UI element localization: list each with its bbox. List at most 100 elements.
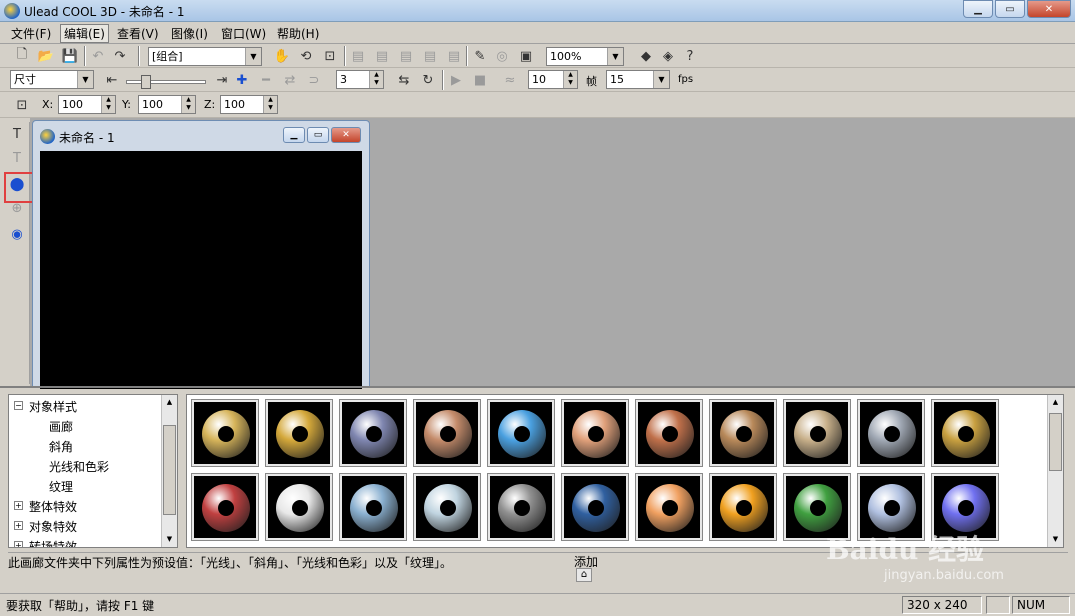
z-spinner[interactable]: 100 ▲ ▼ bbox=[220, 95, 278, 114]
style-thumbnail[interactable] bbox=[265, 473, 333, 541]
close-button[interactable]: ✕ bbox=[1027, 0, 1071, 18]
color-swatch-icon[interactable]: ▣ bbox=[516, 46, 536, 66]
tree-item[interactable]: 光线和色彩 bbox=[49, 458, 109, 475]
style-thumbnail[interactable] bbox=[783, 399, 851, 467]
style-thumbnail[interactable] bbox=[339, 399, 407, 467]
menu-edit[interactable]: 编辑(E) bbox=[60, 24, 109, 43]
style-thumbnail[interactable] bbox=[709, 473, 777, 541]
layer-icon[interactable]: ▤ bbox=[420, 46, 440, 66]
menu-help[interactable]: 帮助(H) bbox=[274, 25, 322, 42]
layer-icon[interactable]: ▤ bbox=[444, 46, 464, 66]
frame-count-spinner[interactable]: 10 ▲ ▼ bbox=[528, 70, 578, 89]
doc-minimize-button[interactable]: ▁ bbox=[283, 127, 305, 143]
preview-icon[interactable]: ◈ bbox=[658, 46, 678, 66]
timeline-slider[interactable] bbox=[126, 75, 206, 89]
tree-scrollbar[interactable]: ▲ ▼ bbox=[161, 395, 177, 547]
scroll-down-icon[interactable]: ▼ bbox=[1048, 532, 1063, 547]
style-thumbnail[interactable] bbox=[191, 399, 259, 467]
spinner-arrows-icon[interactable]: ▲ ▼ bbox=[369, 71, 383, 88]
render-canvas[interactable] bbox=[40, 151, 362, 389]
menu-file[interactable]: 文件(F) bbox=[8, 25, 54, 42]
new-file-icon[interactable]: 🗋 bbox=[12, 46, 32, 66]
style-thumbnail[interactable] bbox=[487, 399, 555, 467]
keyframe-spinner[interactable]: 3 ▲ ▼ bbox=[336, 70, 384, 89]
tree-item[interactable]: 纹理 bbox=[49, 478, 73, 495]
size-mode-icon[interactable]: ⊡ bbox=[12, 95, 32, 115]
style-thumbnail[interactable] bbox=[561, 399, 629, 467]
add-keyframe-icon[interactable]: ✚ bbox=[232, 70, 252, 90]
tree-item[interactable]: 对象特效 bbox=[29, 518, 77, 535]
style-thumbnail[interactable] bbox=[487, 473, 555, 541]
doc-maximize-button[interactable]: ▭ bbox=[307, 127, 329, 143]
reverse-icon[interactable]: ⇄ bbox=[280, 70, 300, 90]
first-frame-icon[interactable]: ⇤ bbox=[102, 70, 122, 90]
loop-icon[interactable]: ⊃ bbox=[304, 70, 324, 90]
context-help-icon[interactable]: ? bbox=[680, 46, 700, 66]
style-thumbnail[interactable] bbox=[413, 473, 481, 541]
scroll-down-icon[interactable]: ▼ bbox=[162, 532, 177, 547]
pingpong-icon[interactable]: ⇆ bbox=[394, 70, 414, 90]
play-icon[interactable]: ▶ bbox=[446, 70, 466, 90]
smooth-icon[interactable]: ≈ bbox=[500, 70, 520, 90]
menu-view[interactable]: 查看(V) bbox=[114, 25, 162, 42]
insert-text-icon[interactable]: T bbox=[7, 124, 27, 144]
style-thumbnail[interactable] bbox=[931, 399, 999, 467]
spinner-arrows-icon[interactable]: ▲ ▼ bbox=[181, 96, 195, 113]
rotate-object-icon[interactable]: ⟲ bbox=[296, 46, 316, 66]
style-thumbnail[interactable] bbox=[709, 399, 777, 467]
undo-icon[interactable]: ↶ bbox=[88, 46, 108, 66]
spinner-arrows-icon[interactable]: ▲ ▼ bbox=[563, 71, 577, 88]
style-thumbnail[interactable] bbox=[191, 473, 259, 541]
doc-close-button[interactable]: ✕ bbox=[331, 127, 361, 143]
layer-icon[interactable]: ▤ bbox=[348, 46, 368, 66]
camera-icon[interactable]: ✎ bbox=[470, 46, 490, 66]
open-folder-icon[interactable]: 📂 bbox=[36, 46, 56, 66]
collapse-icon[interactable]: − bbox=[14, 401, 23, 410]
expand-icon[interactable]: + bbox=[14, 521, 23, 530]
property-select[interactable]: 尺寸 ▼ bbox=[10, 70, 94, 89]
timeline-knob[interactable] bbox=[141, 75, 151, 89]
style-thumbnail[interactable] bbox=[635, 473, 703, 541]
scroll-up-icon[interactable]: ▲ bbox=[162, 395, 177, 410]
style-thumbnail[interactable] bbox=[413, 399, 481, 467]
fps-select[interactable]: 15 ▼ bbox=[606, 70, 670, 89]
tree-item[interactable]: 对象样式 bbox=[29, 398, 77, 415]
stop-icon[interactable]: ■ bbox=[470, 70, 490, 90]
maximize-button[interactable]: ▭ bbox=[995, 0, 1025, 18]
tree-item[interactable]: 斜角 bbox=[49, 438, 73, 455]
size-object-icon[interactable]: ⊡ bbox=[320, 46, 340, 66]
edit-text-icon[interactable]: T bbox=[7, 148, 27, 168]
tree-item[interactable]: 转场特效 bbox=[29, 538, 77, 547]
layer-icon[interactable]: ▤ bbox=[396, 46, 416, 66]
style-thumbnail[interactable] bbox=[265, 399, 333, 467]
x-spinner[interactable]: 100 ▲ ▼ bbox=[58, 95, 116, 114]
pan-hand-icon[interactable]: ✋ bbox=[272, 46, 292, 66]
redo-icon[interactable]: ↷ bbox=[110, 46, 130, 66]
style-thumbnail[interactable] bbox=[635, 399, 703, 467]
minimize-button[interactable]: ▁ bbox=[963, 0, 993, 18]
add-to-gallery-icon[interactable]: ⌂ bbox=[576, 568, 592, 582]
last-frame-icon[interactable]: ⇥ bbox=[212, 70, 232, 90]
scroll-thumb[interactable] bbox=[1049, 413, 1062, 471]
tree-item[interactable]: 画廊 bbox=[49, 418, 73, 435]
zoom-select[interactable]: 100% ▼ bbox=[546, 47, 624, 66]
menu-image[interactable]: 图像(I) bbox=[168, 25, 211, 42]
menu-window[interactable]: 窗口(W) bbox=[218, 25, 269, 42]
object-select[interactable]: [组合] ▼ bbox=[148, 47, 262, 66]
y-spinner[interactable]: 100 ▲ ▼ bbox=[138, 95, 196, 114]
scroll-thumb[interactable] bbox=[163, 425, 176, 515]
save-icon[interactable]: 💾 bbox=[60, 46, 80, 66]
scroll-up-icon[interactable]: ▲ bbox=[1048, 395, 1063, 410]
style-thumbnail[interactable] bbox=[857, 399, 925, 467]
render-icon[interactable]: ◆ bbox=[636, 46, 656, 66]
globe-icon[interactable]: ◎ bbox=[492, 46, 512, 66]
remove-keyframe-icon[interactable]: ━ bbox=[256, 70, 276, 90]
insert-object-icon[interactable]: ◉ bbox=[7, 224, 27, 244]
tree-item[interactable]: 整体特效 bbox=[29, 498, 77, 515]
spinner-arrows-icon[interactable]: ▲ ▼ bbox=[101, 96, 115, 113]
style-thumbnail[interactable] bbox=[561, 473, 629, 541]
spinner-arrows-icon[interactable]: ▲ ▼ bbox=[263, 96, 277, 113]
gallery-scrollbar[interactable]: ▲ ▼ bbox=[1047, 395, 1063, 547]
expand-icon[interactable]: + bbox=[14, 501, 23, 510]
expand-icon[interactable]: + bbox=[14, 541, 23, 547]
